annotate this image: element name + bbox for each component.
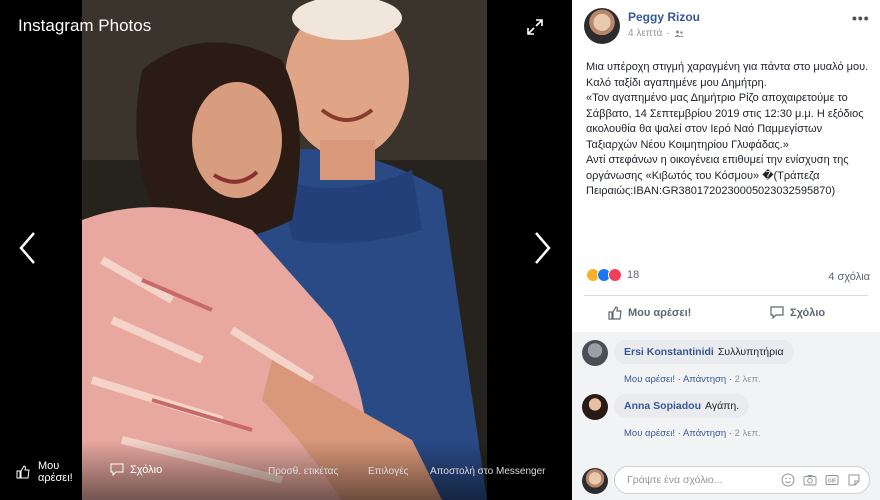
post-text-line: Μια υπέροχη στιγμή χαραγμένη για πάντα σ… [586, 61, 869, 73]
love-reaction-icon [608, 268, 622, 282]
post-header: Peggy Rizou 4 λεπτά · ••• [584, 8, 874, 44]
comment-placeholder: Γράψτε ένα σχόλιο... [627, 474, 723, 486]
like-button[interactable]: Μου αρέσει! [608, 306, 691, 320]
more-options-icon[interactable]: ••• [852, 10, 870, 26]
photo[interactable] [82, 0, 487, 500]
comment-bubble: Anna Sopiadou Αγάπη. [614, 394, 750, 418]
friends-icon[interactable] [674, 29, 684, 38]
input-icons: GIF [781, 473, 861, 487]
post-text: Μια υπέροχη στιγμή χαραγμένη για πάντα σ… [586, 60, 872, 200]
avatar[interactable] [582, 340, 608, 366]
avatar[interactable] [584, 8, 620, 44]
comment-meta: Μου αρέσει! · Απάντηση · 2 λεπ. [624, 428, 761, 439]
previous-photo-icon[interactable] [16, 230, 40, 266]
post-author[interactable]: Peggy Rizou [628, 10, 700, 24]
comment-reply-link[interactable]: Απάντηση [683, 374, 726, 385]
comment-icon [770, 306, 784, 319]
comments-count[interactable]: 4 σχόλια [828, 271, 870, 283]
post-text-line: Καλό ταξίδι αγαπημένε μου Δημήτρη. [586, 76, 767, 89]
comment-button[interactable]: Σχόλιο [770, 306, 825, 319]
comment-author[interactable]: Anna Sopiadou [624, 400, 701, 412]
thumbs-up-icon [16, 465, 30, 479]
post-panel: Peggy Rizou 4 λεπτά · ••• Μια υπέροχη στ… [572, 0, 880, 500]
viewer-title: Instagram Photos [18, 16, 152, 35]
photo-image [82, 0, 487, 500]
reply-bar: Γράψτε ένα σχόλιο... GIF [572, 460, 880, 500]
expand-icon[interactable] [525, 17, 545, 37]
comments-list: Ersi Konstantinidi Συλλυπητήρια Μου αρέσε… [572, 332, 880, 460]
viewer-comment-label: Σχόλιο [130, 463, 163, 476]
comment-reply-link[interactable]: Απάντηση [683, 428, 726, 439]
comment-text: Αγάπη. [705, 400, 740, 412]
comment-time[interactable]: 2 λεπ. [735, 428, 761, 439]
viewer-like-label: Μου αρέσει! [38, 460, 73, 484]
camera-icon[interactable] [803, 473, 817, 487]
post-text-line: Αντί στεφάνων η οικογένεια επιθυμεί την … [586, 154, 849, 197]
comment-text: Συλλυπητήρια [717, 346, 784, 358]
post-text-line: «Τον αγαπημένο μας Δημήτριο Ρίζο αποχαιρ… [586, 92, 864, 151]
tag-photo-link[interactable]: Προσθ. ετικέτας [268, 466, 338, 477]
thumbs-up-icon [608, 306, 622, 320]
comment-meta: Μου αρέσει! · Απάντηση · 2 λεπ. [624, 374, 761, 385]
viewer-comment-button[interactable]: Σχόλιο [110, 463, 162, 476]
comment-input[interactable]: Γράψτε ένα σχόλιο... GIF [614, 466, 870, 494]
post-time: 4 λεπτά · [628, 28, 684, 39]
sticker-icon[interactable] [847, 473, 861, 487]
post-time-label[interactable]: 4 λεπτά [628, 28, 662, 39]
avatar[interactable] [582, 394, 608, 420]
reaction-count: 18 [627, 269, 640, 281]
divider [584, 295, 868, 296]
comment-time[interactable]: 2 λεπ. [735, 374, 761, 385]
comment-icon [110, 463, 124, 476]
photo-viewer: Instagram Photos Μου αρέσει! Σχόλιο Προσ… [0, 0, 572, 500]
comment-bubble: Ersi Konstantinidi Συλλυπητήρια [614, 340, 794, 364]
like-button-label: Μου αρέσει! [628, 307, 692, 319]
comment-like-link[interactable]: Μου αρέσει! [624, 428, 675, 439]
svg-text:GIF: GIF [828, 478, 836, 484]
comment-author[interactable]: Ersi Konstantinidi [624, 346, 714, 358]
options-link[interactable]: Επιλογές [368, 466, 408, 477]
viewer-like-button[interactable]: Μου αρέσει! [16, 460, 78, 484]
comment-button-label: Σχόλιο [790, 306, 826, 319]
avatar [582, 468, 608, 494]
dot-separator: · [666, 28, 670, 39]
emoji-icon[interactable] [781, 473, 795, 487]
comment-like-link[interactable]: Μου αρέσει! [624, 374, 675, 385]
gif-icon[interactable]: GIF [825, 473, 839, 487]
send-messenger-link[interactable]: Αποστολή στο Messenger [430, 466, 545, 477]
reactions-summary[interactable]: 18 [586, 268, 639, 282]
next-photo-icon[interactable] [530, 230, 554, 266]
